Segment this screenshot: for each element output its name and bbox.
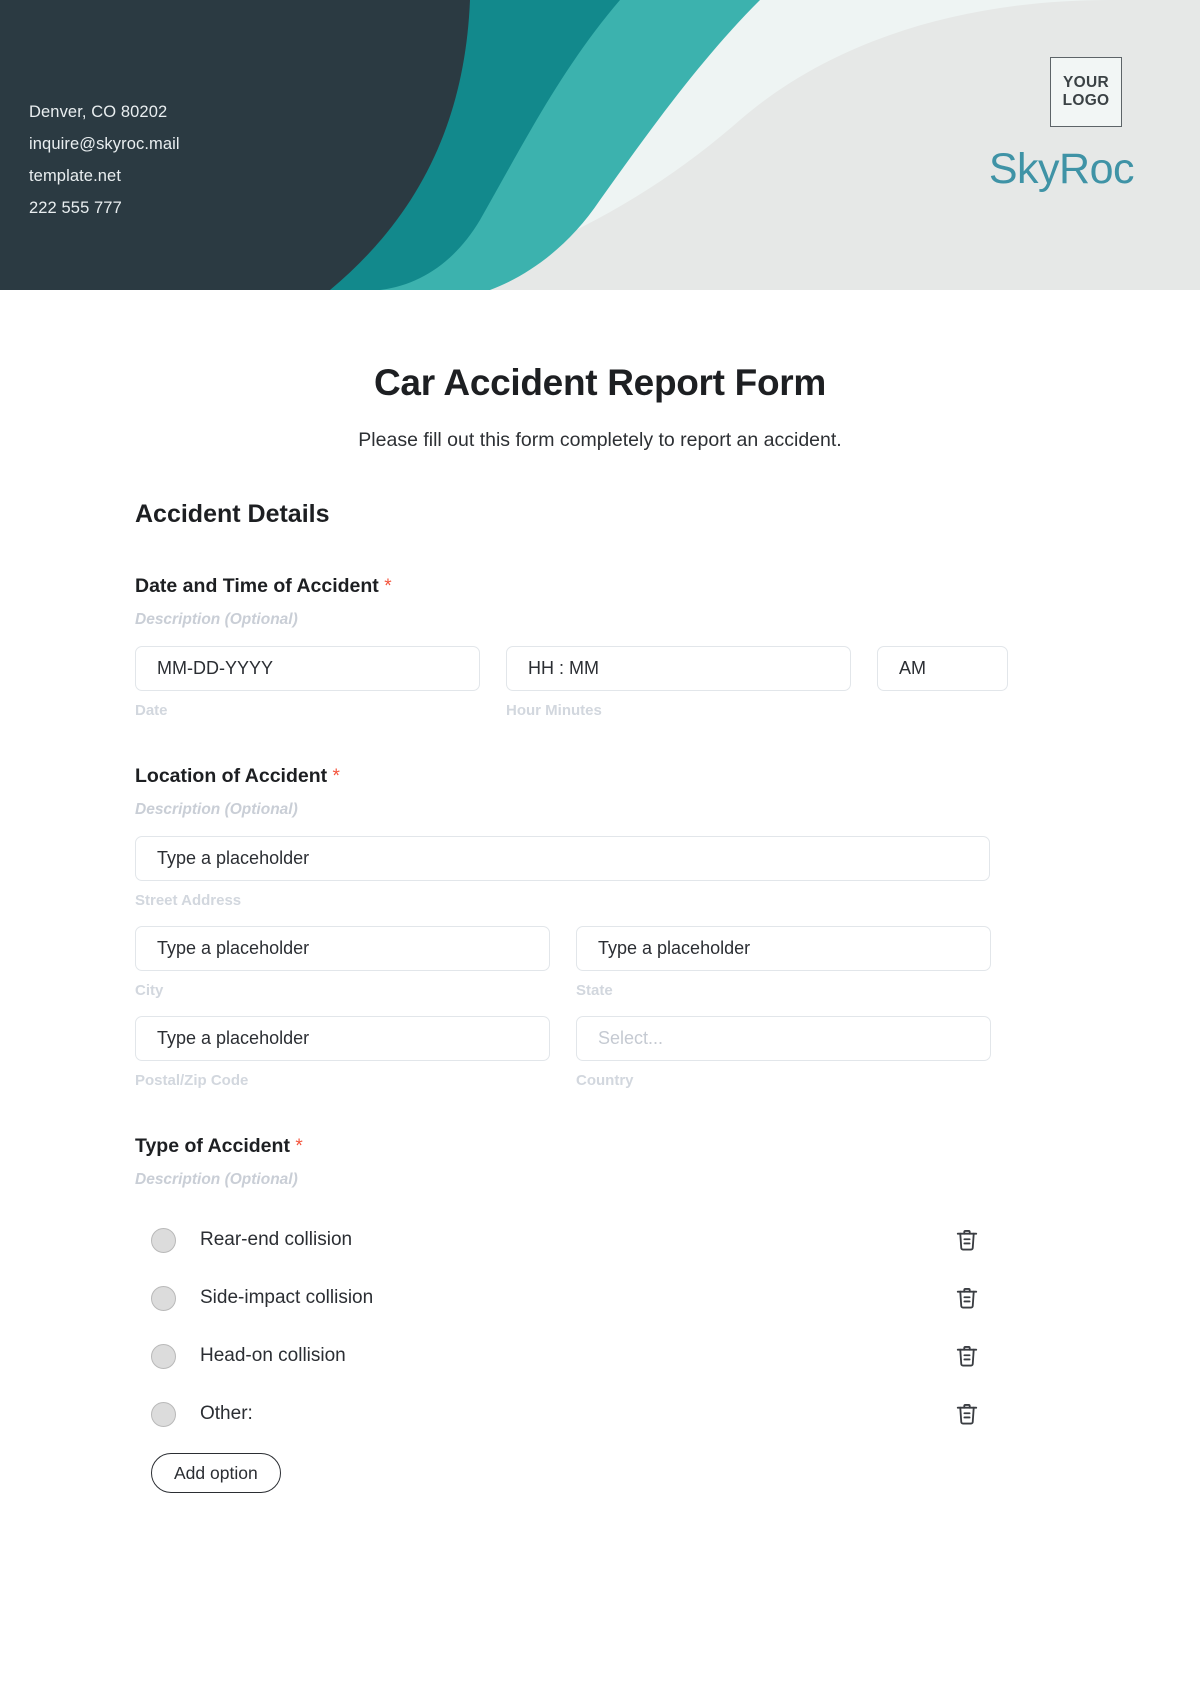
state-input[interactable]: Type a placeholder [576,926,991,971]
required-asterisk: * [295,1136,303,1157]
contact-address: Denver, CO 80202 [29,103,168,121]
postal-country-row: Type a placeholder Postal/Zip Code Selec… [135,1016,1065,1089]
date-sub-label: Date [135,702,168,719]
postal-input-group: Type a placeholder Postal/Zip Code [135,1016,550,1089]
field-description-date-time: Description (Optional) [135,611,298,628]
list-item[interactable]: Head-on collision [135,1327,990,1385]
state-input-group: Type a placeholder State [576,926,991,999]
field-label-text: Type of Accident [135,1135,290,1157]
field-location: Location of Accident * Description (Opti… [135,765,1065,1089]
street-address-row: Type a placeholder Street Address [135,836,1065,909]
ampm-sub-label [877,702,1008,719]
option-label: Side-impact collision [200,1287,374,1308]
required-asterisk: * [332,766,340,787]
time-sub-label: Hour Minutes [506,702,602,719]
option-label: Head-on collision [200,1345,346,1366]
city-input[interactable]: Type a placeholder [135,926,550,971]
trash-icon[interactable] [954,1285,980,1311]
ampm-input[interactable]: AM [877,646,1008,691]
field-description-accident-type: Description (Optional) [135,1171,298,1188]
option-label: Rear-end collision [200,1229,353,1250]
field-label-text: Date and Time of Accident [135,575,379,597]
radio-button-other[interactable] [151,1401,176,1427]
list-item[interactable]: Other: [135,1385,990,1443]
date-time-inputs-row: MM-DD-YYYY Date HH : MM Hour Minutes AM [135,646,1065,719]
contact-email: inquire@skyroc.mail [29,135,180,153]
field-label-location: Location of Accident * [135,765,1065,788]
date-input[interactable]: MM-DD-YYYY [135,646,480,691]
page-header: Denver, CO 80202 inquire@skyroc.mail tem… [0,0,1200,290]
radio-button-side-impact-collision[interactable] [151,1285,176,1311]
option-label: Other: [200,1403,253,1424]
street-input-group: Type a placeholder Street Address [135,836,990,909]
form-body: Car Accident Report Form Please fill out… [0,362,1200,1493]
city-state-row: Type a placeholder City Type a placehold… [135,926,1065,999]
trash-icon[interactable] [954,1227,980,1253]
add-option-button[interactable]: Add option [151,1453,281,1493]
accident-type-options-list: Rear-end collision Side-impact collision [135,1211,1065,1443]
contact-phone: 222 555 777 [29,199,122,217]
radio-button-rear-end-collision[interactable] [151,1227,176,1253]
street-address-input[interactable]: Type a placeholder [135,836,990,881]
field-label-accident-type: Type of Accident * [135,1135,1065,1158]
trash-icon[interactable] [954,1401,980,1427]
time-input-group: HH : MM Hour Minutes [506,646,851,719]
list-item[interactable]: Side-impact collision [135,1269,990,1327]
page-title: Car Accident Report Form [374,362,826,403]
logo-text-line-1: YOUR [1063,74,1109,91]
postal-code-input[interactable]: Type a placeholder [135,1016,550,1061]
field-date-and-time: Date and Time of Accident * Description … [135,575,1065,719]
logo-text-line-2: LOGO [1062,92,1110,109]
contact-website: template.net [29,167,122,185]
time-input[interactable]: HH : MM [506,646,851,691]
field-label-text: Location of Accident [135,765,328,787]
field-accident-type: Type of Accident * Description (Optional… [135,1135,1065,1493]
country-select-group: Select... Country [576,1016,991,1089]
street-address-sub-label: Street Address [135,892,242,909]
postal-code-sub-label: Postal/Zip Code [135,1072,249,1089]
city-sub-label: City [135,982,164,999]
field-description-location: Description (Optional) [135,801,298,818]
logo-placeholder: YOUR LOGO [1050,57,1122,127]
radio-button-head-on-collision[interactable] [151,1343,176,1369]
field-label-date-time: Date and Time of Accident * [135,575,1065,598]
company-contact-info: Denver, CO 80202 inquire@skyroc.mail tem… [29,96,180,224]
trash-icon[interactable] [954,1343,980,1369]
page-subtitle: Please fill out this form completely to … [358,429,842,451]
section-title-accident-details: Accident Details [135,500,330,528]
list-item[interactable]: Rear-end collision [135,1211,990,1269]
city-input-group: Type a placeholder City [135,926,550,999]
ampm-input-group: AM [877,646,1008,719]
country-select[interactable]: Select... [576,1016,991,1061]
date-input-group: MM-DD-YYYY Date [135,646,480,719]
country-sub-label: Country [576,1072,634,1089]
state-sub-label: State [576,982,613,999]
required-asterisk: * [384,576,392,597]
brand-name: SkyRoc [988,145,1135,193]
